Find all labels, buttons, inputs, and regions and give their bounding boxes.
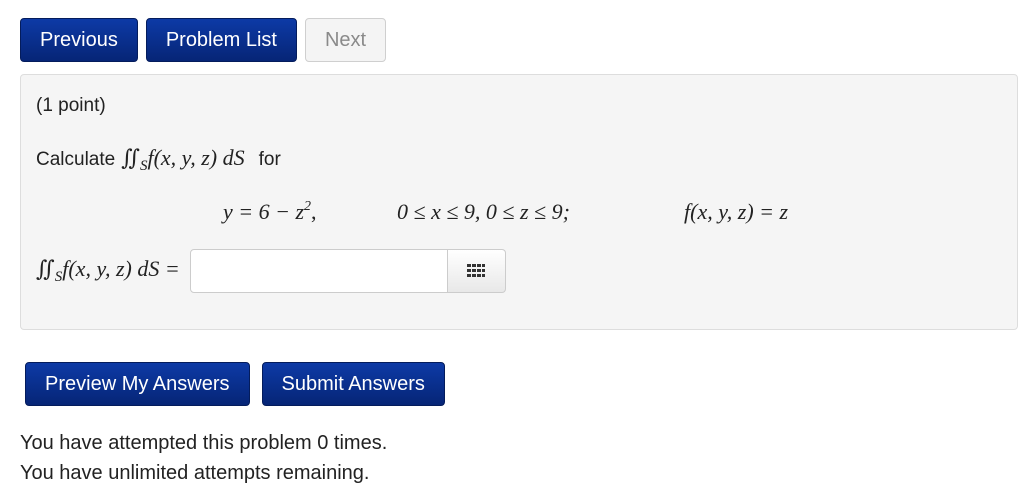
answer-input[interactable]: [189, 249, 448, 293]
equation-editor-button[interactable]: [447, 249, 506, 293]
answer-actions: Preview My Answers Submit Answers: [25, 362, 445, 406]
surface-integral-expression: ∬Sf(x, y, z) dS: [121, 145, 244, 175]
double-integral-symbol: ∬: [36, 256, 55, 281]
attempts-remaining: You have unlimited attempts remaining.: [20, 462, 370, 484]
grid-icon: [467, 264, 486, 277]
next-button[interactable]: Next: [304, 18, 387, 62]
problem-points: (1 point): [36, 95, 106, 116]
submit-answers-button[interactable]: Submit Answers: [261, 362, 445, 406]
problem-navigation: Previous Problem List Next: [20, 18, 387, 62]
function-definition: f(x, y, z) = z: [684, 199, 789, 224]
attempts-status: You have attempted this problem 0 times.: [20, 432, 388, 454]
double-integral-symbol: ∬: [121, 145, 140, 170]
calculate-label: Calculate: [36, 149, 116, 170]
previous-button[interactable]: Previous: [20, 18, 138, 62]
domain-bounds: 0 ≤ x ≤ 9, 0 ≤ z ≤ 9;: [397, 199, 570, 224]
answer-label: ∬Sf(x, y, z) dS =: [36, 256, 180, 285]
problem-list-button[interactable]: Problem List: [145, 18, 297, 62]
surface-equation: y = 6 − z2,: [223, 199, 317, 224]
problem-panel: (1 point) Calculate ∬Sf(x, y, z) dS for …: [20, 74, 1018, 330]
integrand: f(x, y, z) dS: [147, 145, 245, 170]
for-label: for: [258, 149, 281, 170]
preview-answers-button[interactable]: Preview My Answers: [25, 362, 250, 406]
answer-row: ∬Sf(x, y, z) dS =: [36, 249, 506, 293]
problem-statement: Calculate ∬Sf(x, y, z) dS for: [36, 145, 281, 175]
